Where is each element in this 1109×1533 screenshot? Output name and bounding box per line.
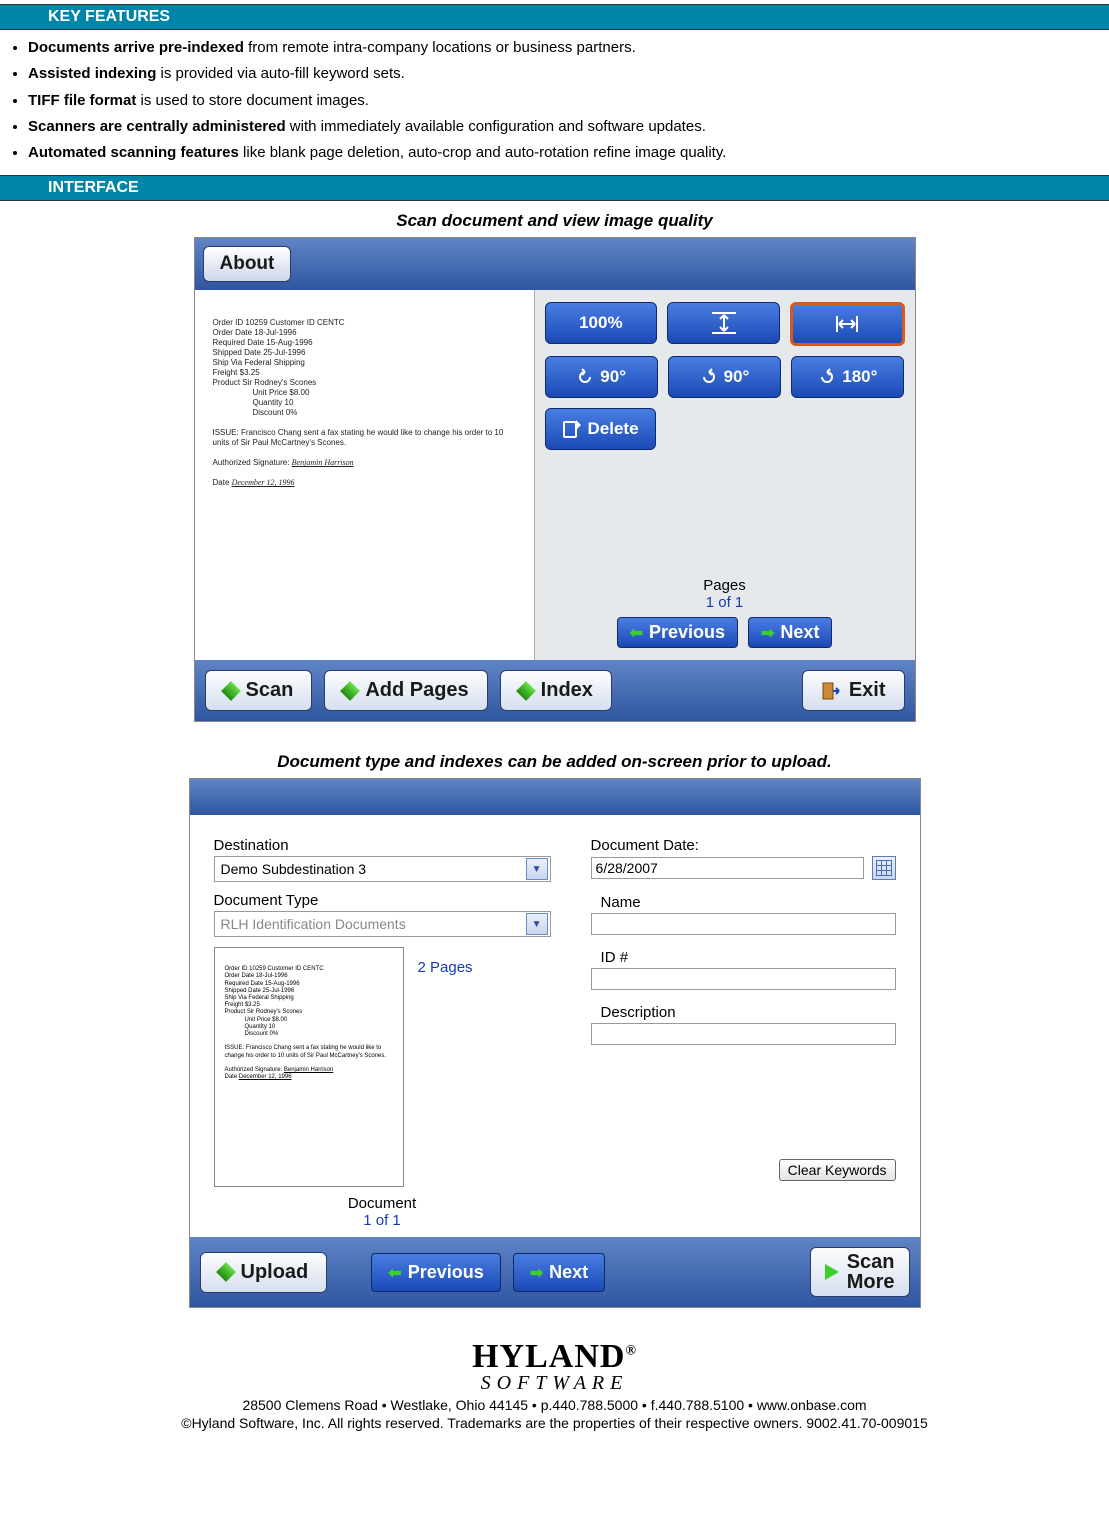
diamond-icon bbox=[516, 681, 536, 701]
upload-button[interactable]: Upload bbox=[200, 1252, 328, 1293]
arrow-right-icon bbox=[530, 1262, 543, 1283]
rotate-right-icon bbox=[700, 368, 718, 386]
scan-more-button[interactable]: ScanMore bbox=[810, 1247, 910, 1297]
previous-doc-button[interactable]: Previous bbox=[371, 1253, 500, 1292]
index-app-frame: Destination ▼ Document Type ▼ Order ID 1… bbox=[189, 778, 921, 1308]
destination-combo[interactable]: ▼ bbox=[214, 856, 551, 882]
document-preview: Order ID 10259 Customer ID CENTC Order D… bbox=[195, 290, 535, 660]
destination-label: Destination bbox=[214, 837, 551, 854]
section-header-interface: INTERFACE bbox=[0, 175, 1109, 201]
diamond-icon bbox=[340, 681, 360, 701]
scan-app-frame: About Order ID 10259 Customer ID CENTC O… bbox=[194, 237, 916, 722]
exit-icon bbox=[821, 681, 841, 701]
delete-page-icon bbox=[562, 419, 582, 439]
previous-page-button[interactable]: Previous bbox=[617, 617, 738, 648]
rotate-right-button[interactable]: 90° bbox=[668, 356, 781, 398]
arrow-right-icon bbox=[761, 622, 774, 643]
doctype-combo[interactable]: ▼ bbox=[214, 911, 551, 937]
footer-address: 28500 Clemens Road • Westlake, Ohio 4414… bbox=[0, 1397, 1109, 1413]
diamond-icon bbox=[216, 1262, 236, 1282]
play-icon bbox=[825, 1264, 839, 1280]
fit-width-icon bbox=[833, 312, 861, 336]
index-button[interactable]: Index bbox=[500, 670, 612, 711]
docdate-input[interactable] bbox=[591, 857, 864, 879]
rotate-180-button[interactable]: 180° bbox=[791, 356, 904, 398]
dropdown-icon[interactable]: ▼ bbox=[526, 913, 548, 935]
delete-button[interactable]: Delete bbox=[545, 408, 656, 450]
index-topbar bbox=[190, 779, 920, 815]
key-features-list: Documents arrive pre-indexed from remote… bbox=[28, 38, 1109, 163]
caption-scan: Scan document and view image quality bbox=[0, 211, 1109, 231]
feature-item: TIFF file format is used to store docume… bbox=[28, 91, 1049, 111]
description-input[interactable] bbox=[591, 1023, 896, 1045]
footer-logo: HYLAND® SOFTWARE bbox=[0, 1338, 1109, 1395]
add-pages-button[interactable]: Add Pages bbox=[324, 670, 487, 711]
fit-width-button[interactable] bbox=[790, 302, 905, 346]
pages-value: 1 of 1 bbox=[545, 594, 905, 611]
description-label: Description bbox=[591, 1004, 896, 1021]
footer-copyright: ©Hyland Software, Inc. All rights reserv… bbox=[0, 1415, 1109, 1431]
rotate-left-button[interactable]: 90° bbox=[545, 356, 658, 398]
name-input[interactable] bbox=[591, 913, 896, 935]
next-doc-button[interactable]: Next bbox=[513, 1253, 605, 1292]
destination-input[interactable] bbox=[215, 858, 526, 880]
pages-count: 2 Pages bbox=[418, 959, 473, 976]
scan-controls: 100% 90° 90° 180° bbox=[535, 290, 915, 660]
pages-label: Pages bbox=[545, 577, 905, 594]
id-input[interactable] bbox=[591, 968, 896, 990]
id-label: ID # bbox=[591, 949, 896, 966]
arrow-left-icon bbox=[630, 622, 643, 643]
index-bottom-toolbar: Upload Previous Next ScanMore bbox=[190, 1237, 920, 1307]
scan-button[interactable]: Scan bbox=[205, 670, 313, 711]
feature-item: Documents arrive pre-indexed from remote… bbox=[28, 38, 1049, 58]
scan-topbar: About bbox=[195, 238, 915, 290]
next-page-button[interactable]: Next bbox=[748, 617, 832, 648]
rotate-left-icon bbox=[576, 368, 594, 386]
arrow-left-icon bbox=[388, 1262, 401, 1283]
feature-item: Assisted indexing is provided via auto-f… bbox=[28, 64, 1049, 84]
doctype-input[interactable] bbox=[215, 913, 526, 935]
exit-button[interactable]: Exit bbox=[802, 670, 905, 711]
calendar-icon[interactable] bbox=[872, 856, 896, 880]
about-button[interactable]: About bbox=[203, 246, 292, 282]
feature-item: Automated scanning features like blank p… bbox=[28, 143, 1049, 163]
fit-height-icon bbox=[710, 311, 738, 335]
fit-height-button[interactable] bbox=[667, 302, 780, 344]
dropdown-icon[interactable]: ▼ bbox=[526, 858, 548, 880]
section-header-key-features: KEY FEATURES bbox=[0, 4, 1109, 30]
name-label: Name bbox=[591, 894, 896, 911]
document-counter: Document 1 of 1 bbox=[214, 1195, 551, 1229]
diamond-icon bbox=[221, 681, 241, 701]
clear-keywords-button[interactable]: Clear Keywords bbox=[779, 1159, 896, 1181]
docdate-label: Document Date: bbox=[591, 837, 896, 854]
caption-index: Document type and indexes can be added o… bbox=[0, 752, 1109, 772]
rotate-180-icon bbox=[818, 368, 836, 386]
document-thumbnail: Order ID 10259 Customer ID CENTC Order D… bbox=[214, 947, 404, 1187]
pages-block: Pages 1 of 1 Previous Next bbox=[545, 577, 905, 648]
feature-item: Scanners are centrally administered with… bbox=[28, 117, 1049, 137]
scan-bottom-toolbar: Scan Add Pages Index Exit bbox=[195, 660, 915, 721]
doctype-label: Document Type bbox=[214, 892, 551, 909]
zoom-100-button[interactable]: 100% bbox=[545, 302, 658, 344]
